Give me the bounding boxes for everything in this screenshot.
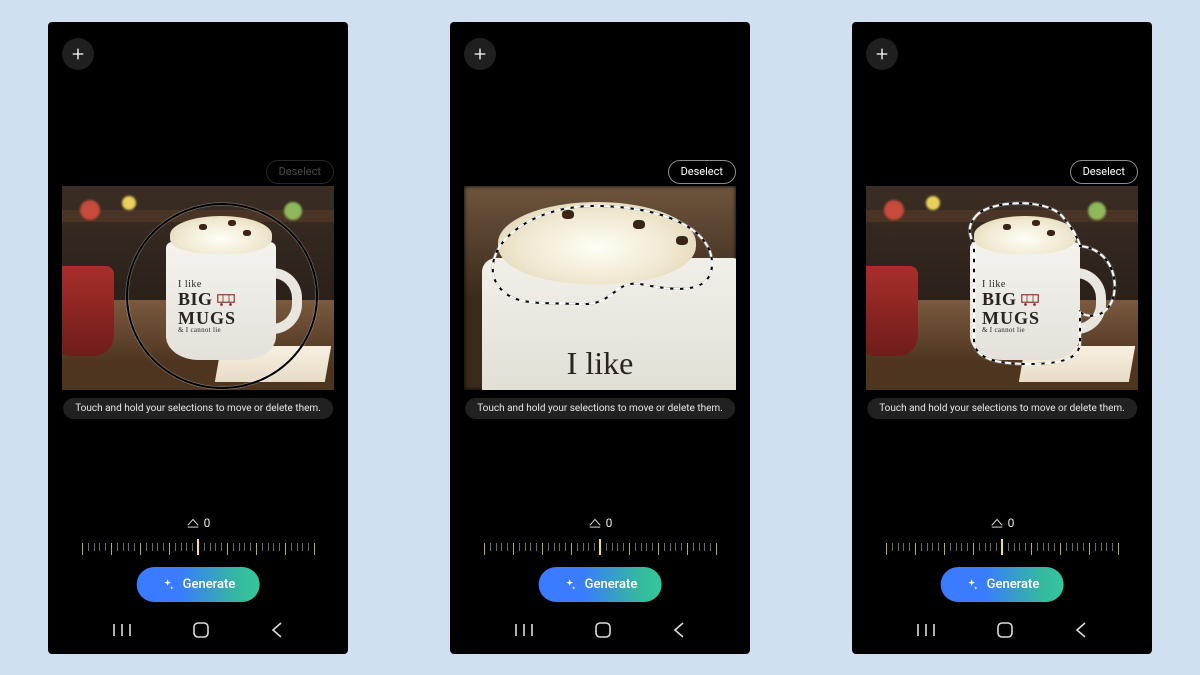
- image-canvas[interactable]: I like: [464, 186, 736, 390]
- image-canvas[interactable]: I like BIG MUGS & I cannot lie: [62, 186, 334, 390]
- comparison-stage: Deselect: [0, 0, 1200, 675]
- rotation-ruler[interactable]: [82, 539, 314, 559]
- recents-icon[interactable]: [915, 622, 937, 638]
- deselect-button[interactable]: Deselect: [668, 160, 736, 184]
- selection-marquee[interactable]: [464, 186, 736, 390]
- add-button[interactable]: [62, 38, 94, 70]
- rotation-value: 0: [186, 516, 211, 530]
- straighten-icon: [990, 517, 1004, 529]
- generate-button[interactable]: Generate: [137, 567, 260, 602]
- rotation-ruler[interactable]: [886, 539, 1118, 559]
- straighten-icon: [588, 517, 602, 529]
- hint-pill: Touch and hold your selections to move o…: [867, 398, 1137, 419]
- android-navbar: [450, 616, 750, 644]
- recents-icon[interactable]: [111, 622, 133, 638]
- deselect-button[interactable]: Deselect: [266, 160, 334, 184]
- android-navbar: [48, 616, 348, 644]
- phone-screen-1: Deselect: [48, 22, 348, 654]
- phone-screen-2: Deselect I like Touch and hold your sele…: [450, 22, 750, 654]
- home-icon[interactable]: [995, 620, 1015, 640]
- back-icon[interactable]: [1073, 621, 1089, 639]
- home-icon[interactable]: [593, 620, 613, 640]
- rotation-control[interactable]: 0: [852, 512, 1152, 559]
- rotation-control[interactable]: 0: [450, 512, 750, 559]
- recents-icon[interactable]: [513, 622, 535, 638]
- deselect-button[interactable]: Deselect: [1070, 160, 1138, 184]
- hint-pill: Touch and hold your selections to move o…: [465, 398, 735, 419]
- sparkle-icon: [161, 578, 175, 592]
- back-icon[interactable]: [269, 621, 285, 639]
- straighten-icon: [186, 517, 200, 529]
- selection-marquee[interactable]: [62, 186, 334, 390]
- add-button[interactable]: [866, 38, 898, 70]
- sparkle-icon: [965, 578, 979, 592]
- generate-button[interactable]: Generate: [941, 567, 1064, 602]
- add-button[interactable]: [464, 38, 496, 70]
- selection-marquee[interactable]: [866, 186, 1138, 390]
- generate-label: Generate: [585, 577, 638, 592]
- plus-icon: [70, 46, 86, 62]
- generate-label: Generate: [183, 577, 236, 592]
- hint-pill: Touch and hold your selections to move o…: [63, 398, 333, 419]
- home-icon[interactable]: [191, 620, 211, 640]
- plus-icon: [472, 46, 488, 62]
- generate-button[interactable]: Generate: [539, 567, 662, 602]
- phone-screen-3: Deselect I like: [852, 22, 1152, 654]
- rotation-control[interactable]: 0: [48, 512, 348, 559]
- rotation-value: 0: [588, 516, 613, 530]
- generate-label: Generate: [987, 577, 1040, 592]
- image-canvas[interactable]: I like BIG MUGS & I cannot lie: [866, 186, 1138, 390]
- sparkle-icon: [563, 578, 577, 592]
- android-navbar: [852, 616, 1152, 644]
- back-icon[interactable]: [671, 621, 687, 639]
- rotation-ruler[interactable]: [484, 539, 716, 559]
- rotation-value: 0: [990, 516, 1015, 530]
- plus-icon: [874, 46, 890, 62]
